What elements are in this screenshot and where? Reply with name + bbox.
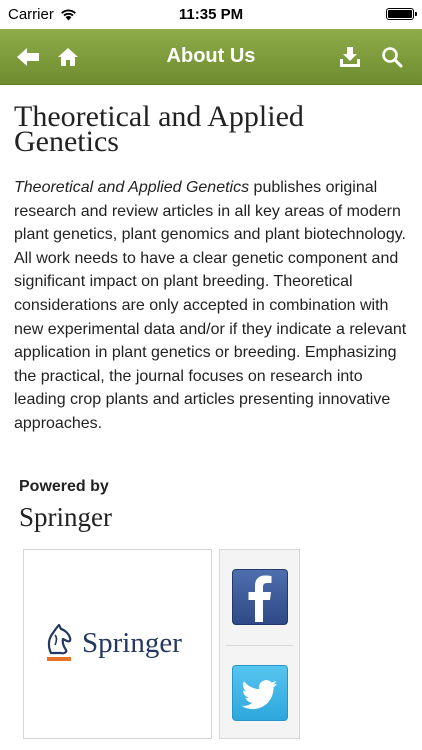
- download-button[interactable]: [330, 29, 370, 84]
- powered-by-label: Powered by: [19, 478, 109, 495]
- facebook-button[interactable]: [232, 569, 288, 625]
- about-content: Theoretical and Applied Genetics Theoret…: [0, 84, 422, 750]
- journal-description: Theoretical and Applied Genetics publish…: [14, 176, 410, 436]
- publisher-name: Springer: [19, 502, 112, 532]
- status-bar: Carrier 11:35 PM: [0, 0, 422, 29]
- home-button[interactable]: [48, 29, 88, 84]
- home-icon: [57, 47, 79, 67]
- battery-icon: [386, 8, 417, 20]
- springer-logo-tile[interactable]: Springer: [23, 549, 212, 739]
- journal-title: Theoretical and Applied Genetics: [14, 100, 304, 158]
- back-arrow-icon: [16, 47, 40, 67]
- twitter-icon: [233, 666, 287, 720]
- search-icon: [381, 46, 403, 68]
- search-button[interactable]: [372, 29, 412, 84]
- nav-bar: About Us: [0, 29, 422, 85]
- social-divider: [226, 645, 293, 646]
- download-icon: [338, 45, 362, 69]
- description-journal-name: Theoretical and Applied Genetics: [14, 179, 250, 196]
- twitter-button[interactable]: [232, 665, 288, 721]
- description-text: publishes original research and review a…: [14, 179, 407, 432]
- status-time: 11:35 PM: [178, 6, 244, 23]
- social-links: [219, 549, 300, 739]
- springer-logo-text: Springer: [82, 626, 182, 659]
- facebook-icon: [233, 570, 287, 624]
- back-button[interactable]: [8, 29, 48, 84]
- springer-horse-icon: [42, 623, 76, 663]
- springer-logo: Springer: [42, 623, 182, 663]
